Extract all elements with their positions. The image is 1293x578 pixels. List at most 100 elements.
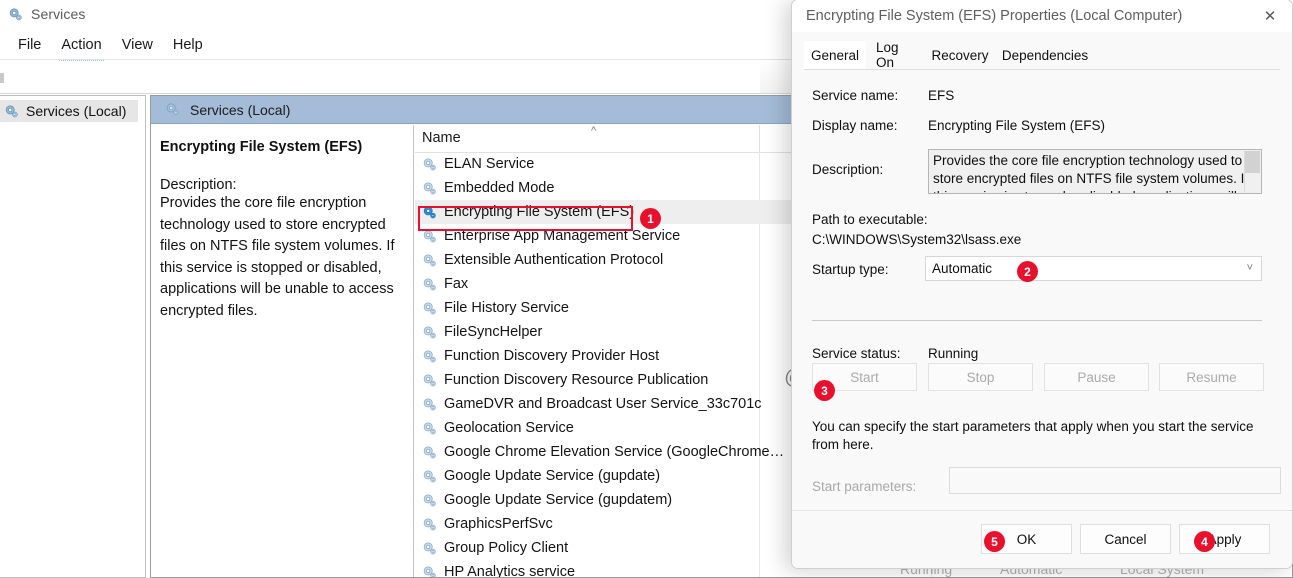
table-cell-name: Fax (444, 276, 469, 292)
start-parameters-hint: You can specify the start parameters tha… (812, 419, 1254, 452)
label-path-to-executable: Path to executable: (812, 212, 928, 227)
window-title: Services (31, 6, 86, 22)
service-control-buttons: Start Stop Pause Resume (812, 363, 1264, 391)
service-gear-icon (422, 301, 437, 316)
service-gear-icon (422, 157, 437, 172)
pause-button[interactable]: Pause (1044, 363, 1149, 391)
chevron-down-icon: ˅ (1246, 262, 1253, 274)
menu-action[interactable]: Action (51, 34, 111, 61)
sort-ascending-chevron-icon: ^ (591, 125, 597, 137)
column-divider[interactable] (759, 125, 760, 152)
service-gear-icon (422, 253, 437, 268)
annotation-badge-3: 3 (814, 380, 835, 401)
service-gear-icon (422, 397, 437, 412)
table-cell-name: Extensible Authentication Protocol (444, 252, 664, 268)
tree-node-services-local[interactable]: Services (Local) (0, 100, 138, 122)
startup-type-value: Automatic (932, 261, 993, 276)
stop-button[interactable]: Stop (928, 363, 1033, 391)
table-cell-name: Geolocation Service (444, 420, 574, 436)
service-gear-icon (422, 421, 437, 436)
tab-log-on[interactable]: Log On (866, 40, 924, 70)
label-display-name: Display name: (812, 118, 898, 133)
dialog-title: Encrypting File System (EFS) Properties … (806, 8, 1183, 24)
menu-file[interactable]: File (8, 34, 51, 56)
menu-view[interactable]: View (112, 34, 163, 56)
service-gear-icon (422, 373, 437, 388)
table-cell-name: Function Discovery Provider Host (444, 348, 660, 364)
table-cell-name: FileSyncHelper (444, 324, 543, 340)
dialog-footer: OK Cancel Apply (792, 510, 1292, 568)
table-cell-name: Function Discovery Resource Publication (444, 372, 709, 388)
tab-recovery[interactable]: Recovery (924, 41, 996, 69)
table-cell-name: Embedded Mode (444, 180, 555, 196)
service-gear-icon (422, 565, 437, 577)
dialog-titlebar: Encrypting File System (EFS) Properties … (792, 0, 1292, 32)
table-cell-name: Enterprise App Management Service (444, 228, 681, 244)
service-gear-icon (422, 469, 437, 484)
annotation-badge-1: 1 (640, 208, 661, 229)
description-textbox-text: Provides the core file encryption techno… (933, 153, 1248, 193)
service-gear-icon (422, 181, 437, 196)
service-gear-icon (422, 541, 437, 556)
services-gear-icon (8, 7, 23, 22)
table-cell-name: Encrypting File System (EFS) (444, 204, 635, 220)
extended-description-label: Description: (160, 177, 237, 193)
table-cell-name: GraphicsPerfSvc (444, 516, 553, 532)
table-cell-name: Google Update Service (gupdate) (444, 468, 661, 484)
apply-button[interactable]: Apply (1179, 524, 1270, 554)
tab-general[interactable]: General (804, 41, 866, 69)
value-service-status: Running (928, 346, 979, 361)
toolbar-divider (0, 73, 4, 83)
extended-description-body: Provides the core file encryption techno… (160, 195, 395, 319)
startup-type-combo[interactable]: Automatic ˅ (925, 256, 1262, 281)
table-cell-name: Google Chrome Elevation Service (GoogleC… (444, 444, 785, 460)
dialog-tabstrip: General Log On Recovery Dependencies (792, 38, 1292, 70)
annotation-badge-2: 2 (1017, 261, 1038, 282)
tree-node-label: Services (Local) (26, 103, 127, 119)
close-icon[interactable]: ✕ (1248, 0, 1292, 32)
services-gear-icon (165, 102, 180, 117)
results-pane-title: Services (Local) (190, 101, 291, 118)
table-cell-name: Group Policy Client (444, 540, 569, 556)
value-display-name: Encrypting File System (EFS) (928, 118, 1106, 133)
table-cell-name: HP Analytics service (444, 564, 576, 577)
service-properties-dialog: Encrypting File System (EFS) Properties … (791, 0, 1293, 569)
start-parameters-input[interactable] (949, 467, 1281, 494)
service-gear-icon (422, 349, 437, 364)
table-cell-name: ELAN Service (444, 156, 535, 172)
value-service-name: EFS (928, 88, 955, 103)
section-divider (812, 320, 1262, 321)
tab-dependencies[interactable]: Dependencies (996, 41, 1094, 69)
annotation-badge-4: 4 (1194, 531, 1215, 552)
service-gear-icon (422, 445, 437, 460)
label-start-parameters: Start parameters: (812, 479, 917, 494)
service-gear-icon (422, 229, 437, 244)
value-path-to-executable: C:\WINDOWS\System32\lsass.exe (812, 232, 1022, 247)
service-gear-icon (422, 325, 437, 340)
label-startup-type: Startup type: (812, 262, 889, 277)
resume-button[interactable]: Resume (1159, 363, 1264, 391)
annotation-badge-5: 5 (984, 531, 1005, 552)
table-cell-name: GameDVR and Broadcast User Service_33c70… (444, 396, 762, 412)
menu-help[interactable]: Help (163, 34, 213, 56)
extended-service-title: Encrypting File System (EFS) (160, 139, 363, 155)
extended-description-panel: Encrypting File System (EFS) Description… (151, 125, 414, 577)
cancel-button[interactable]: Cancel (1080, 524, 1171, 554)
table-cell-name: Google Update Service (gupdatem) (444, 492, 673, 508)
description-scrollbar-thumb[interactable] (1245, 151, 1260, 173)
service-gear-icon (422, 205, 437, 220)
table-cell-name: File History Service (444, 300, 569, 316)
label-service-status: Service status: (812, 346, 901, 361)
services-gear-icon (4, 104, 19, 119)
column-header-name[interactable]: Name (422, 130, 461, 146)
dialog-general-panel: Service name: EFS Display name: Encrypti… (792, 70, 1292, 525)
label-description: Description: (812, 162, 884, 177)
description-scrollbar[interactable] (1244, 151, 1260, 192)
service-gear-icon (422, 277, 437, 292)
console-tree-pane: Services (Local) (0, 95, 146, 578)
description-textbox[interactable]: Provides the core file encryption techno… (928, 149, 1262, 194)
service-gear-icon (422, 517, 437, 532)
service-gear-icon (422, 493, 437, 508)
screen-root: Services File Action View Help Services … (0, 0, 1293, 578)
label-service-name: Service name: (812, 88, 899, 103)
